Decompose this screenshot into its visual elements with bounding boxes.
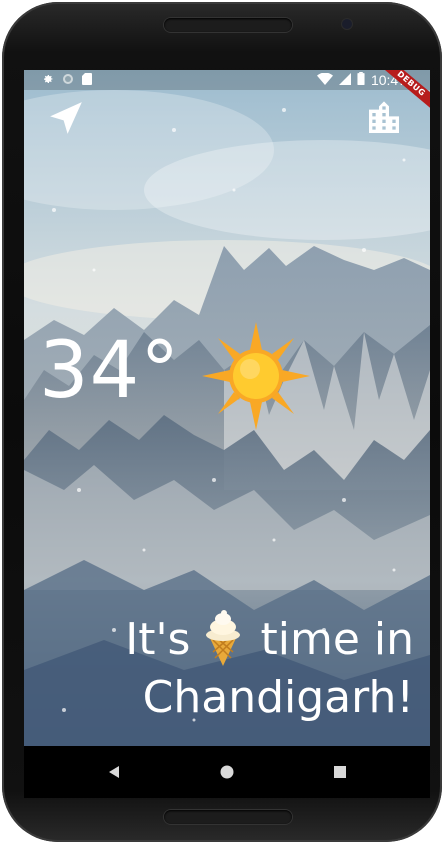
ice-cream-icon <box>200 608 246 668</box>
phone-frame: 10:47 DEBUG 34° It's time in Chandigarh! <box>2 2 442 842</box>
home-icon <box>220 765 234 779</box>
signal-icon <box>338 72 351 88</box>
message-prefix: It's <box>125 614 191 665</box>
recents-button[interactable] <box>326 758 354 786</box>
front-camera <box>342 19 352 29</box>
location-button[interactable] <box>44 96 88 140</box>
navigation-bar <box>24 746 430 798</box>
sync-circle-icon <box>62 73 74 88</box>
city-button[interactable] <box>362 96 406 140</box>
back-icon <box>109 766 119 778</box>
status-bar: 10:47 <box>24 70 430 90</box>
recents-icon <box>334 766 346 778</box>
city-icon <box>369 101 399 133</box>
temperature-label: 34° <box>39 326 181 416</box>
settings-icon <box>42 73 54 88</box>
location-arrow-icon <box>50 102 82 134</box>
earpiece-speaker <box>164 18 292 32</box>
sd-card-icon <box>82 73 92 88</box>
weather-message: It's time in Chandigarh! <box>34 608 414 727</box>
back-button[interactable] <box>100 758 128 786</box>
sun-icon <box>200 320 312 432</box>
wifi-icon <box>316 72 333 88</box>
message-suffix: time in <box>260 614 414 665</box>
message-line-1: It's time in <box>34 608 414 669</box>
city-name: Chandigarh! <box>142 672 414 723</box>
bottom-speaker <box>164 810 292 824</box>
home-button[interactable] <box>213 758 241 786</box>
app-screen: 10:47 DEBUG 34° It's time in Chandigarh! <box>24 70 430 798</box>
battery-icon <box>357 72 365 88</box>
